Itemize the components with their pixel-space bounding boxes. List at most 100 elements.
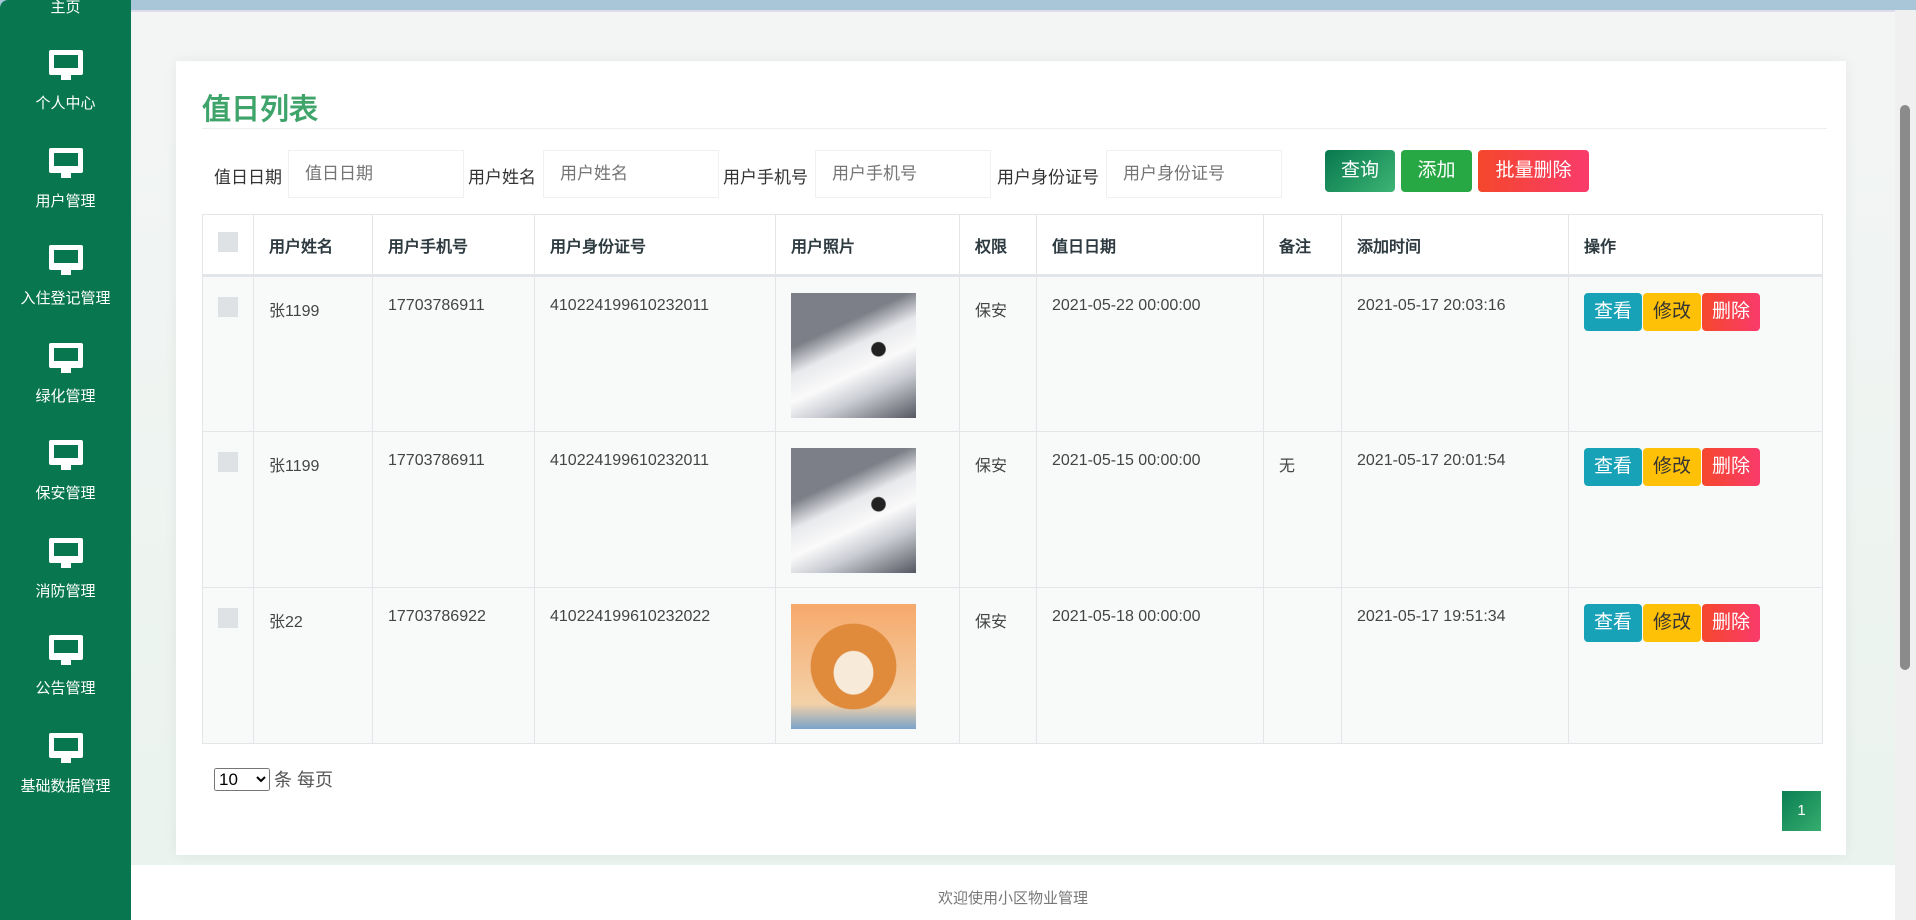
- delete-button[interactable]: 删除: [1702, 604, 1761, 642]
- view-button[interactable]: 查看: [1584, 448, 1643, 486]
- col-header: 用户照片: [775, 214, 960, 277]
- row-checkbox[interactable]: [218, 608, 238, 628]
- sidebar-item-checkin[interactable]: 入住登记管理: [0, 245, 131, 308]
- row-checkbox[interactable]: [218, 452, 238, 472]
- date-input[interactable]: [288, 150, 464, 198]
- sidebar-item-label: 消防管理: [35, 582, 96, 600]
- col-header: 用户身份证号: [534, 214, 776, 277]
- table-row: 张22 17703786922 410224199610232022 保安 2021-0…: [202, 587, 1823, 744]
- cell-phone: 17703786911: [372, 275, 535, 432]
- cell-actions: 查看 修改 删除: [1568, 431, 1823, 588]
- col-header: 备注: [1263, 214, 1342, 277]
- table-row: 张1199 17703786911 410224199610232011 保安 2021…: [202, 275, 1823, 432]
- user-photo: [791, 293, 916, 418]
- select-cell: [202, 587, 254, 744]
- cell-date: 2021-05-18 00:00:00: [1036, 587, 1264, 744]
- col-header: 添加时间: [1341, 214, 1569, 277]
- cell-date: 2021-05-15 00:00:00: [1036, 431, 1264, 588]
- page-button-1[interactable]: 1: [1782, 791, 1821, 831]
- scrollbar[interactable]: [1895, 10, 1916, 920]
- select-cell: [202, 431, 254, 588]
- divider: [202, 128, 1827, 129]
- table-row: 张1199 17703786911 410224199610232011 保安 2021…: [202, 431, 1823, 588]
- cell-idcard: 410224199610232022: [534, 587, 776, 744]
- table-header-row: 用户姓名 用户手机号 用户身份证号 用户照片 权限 值日日期 备注 添加时间 操…: [202, 214, 1823, 277]
- sidebar-item-notice[interactable]: 公告管理: [0, 635, 131, 698]
- phone-input[interactable]: [815, 150, 991, 198]
- filter-label-idcard: 用户身份证号: [997, 168, 1099, 187]
- monitor-icon: [48, 537, 83, 570]
- select-all-checkbox[interactable]: [218, 232, 238, 252]
- monitor-icon: [48, 342, 83, 375]
- page-title: 值日列表: [202, 94, 319, 126]
- cell-name: 张1199: [253, 431, 373, 588]
- monitor-icon: [48, 732, 83, 765]
- per-page-control: 10 条 每页: [214, 766, 333, 792]
- col-header: 用户手机号: [372, 214, 535, 277]
- add-button[interactable]: 添加: [1401, 150, 1472, 192]
- cell-note: 无: [1263, 431, 1342, 588]
- user-photo: [791, 448, 916, 573]
- sidebar-item-home[interactable]: 主页: [0, 0, 131, 17]
- cell-date: 2021-05-22 00:00:00: [1036, 275, 1264, 432]
- view-button[interactable]: 查看: [1584, 293, 1643, 331]
- col-header: 权限: [959, 214, 1037, 277]
- delete-button[interactable]: 删除: [1702, 293, 1761, 331]
- cell-idcard: 410224199610232011: [534, 275, 776, 432]
- sidebar-item-profile[interactable]: 个人中心: [0, 50, 131, 113]
- sidebar-item-basedata[interactable]: 基础数据管理: [0, 732, 131, 796]
- browser-top-bar: [0, 0, 1916, 10]
- cell-phone: 17703786922: [372, 587, 535, 744]
- cell-photo: [775, 275, 960, 432]
- monitor-icon: [48, 50, 83, 82]
- sidebar-item-fire[interactable]: 消防管理: [0, 537, 131, 601]
- cell-role: 保安: [959, 431, 1037, 588]
- edit-button[interactable]: 修改: [1643, 604, 1702, 642]
- query-button[interactable]: 查询: [1325, 150, 1395, 192]
- monitor-icon: [48, 245, 83, 277]
- cell-note: [1263, 587, 1342, 744]
- cell-phone: 17703786911: [372, 431, 535, 588]
- footer-text: 欢迎使用小区物业管理: [937, 890, 1088, 907]
- select-cell: [202, 275, 254, 432]
- sidebar-item-label: 个人中心: [35, 95, 96, 112]
- per-page-label: 条 每页: [274, 770, 334, 790]
- edit-button[interactable]: 修改: [1643, 448, 1702, 486]
- edit-button[interactable]: 修改: [1643, 293, 1702, 331]
- cell-role: 保安: [959, 275, 1037, 432]
- filter-label-date: 值日日期: [214, 168, 282, 187]
- sidebar: 主页 个人中心用户管理入住登记管理 绿化管理保安管理消防管理公告管理基础数据管理: [0, 0, 131, 920]
- batch-delete-button[interactable]: 批量删除: [1478, 150, 1589, 192]
- col-header: 操作: [1568, 214, 1823, 277]
- cell-actions: 查看 修改 删除: [1568, 587, 1823, 744]
- cell-photo: [775, 587, 960, 744]
- sidebar-item-label: 公告管理: [35, 680, 96, 697]
- cell-added: 2021-05-17 19:51:34: [1341, 587, 1569, 744]
- sidebar-item-label: 主页: [50, 0, 81, 16]
- sidebar-item-label: 基础数据管理: [20, 777, 111, 795]
- sidebar-item-users[interactable]: 用户管理: [0, 147, 131, 211]
- cell-added: 2021-05-17 20:03:16: [1341, 275, 1569, 432]
- cell-note: [1263, 275, 1342, 432]
- sidebar-item-security[interactable]: 保安管理: [0, 440, 131, 503]
- row-checkbox[interactable]: [218, 297, 238, 317]
- sidebar-item-label: 入住登记管理: [20, 290, 111, 307]
- view-button[interactable]: 查看: [1584, 604, 1643, 642]
- filter-label-phone: 用户手机号: [723, 168, 808, 187]
- delete-button[interactable]: 删除: [1702, 448, 1761, 486]
- cell-actions: 查看 修改 删除: [1568, 275, 1823, 432]
- duty-table: 用户姓名 用户手机号 用户身份证号 用户照片 权限 值日日期 备注 添加时间 操…: [202, 214, 1823, 744]
- idcard-input[interactable]: [1106, 150, 1282, 198]
- per-page-select[interactable]: 10: [214, 767, 270, 791]
- sidebar-item-greening[interactable]: 绿化管理: [0, 342, 131, 406]
- col-header: 用户姓名: [253, 214, 373, 277]
- scrollbar-thumb[interactable]: [1900, 105, 1910, 670]
- monitor-icon: [48, 635, 83, 667]
- cell-idcard: 410224199610232011: [534, 431, 776, 588]
- cell-name: 张22: [253, 587, 373, 744]
- sidebar-item-label: 保安管理: [35, 485, 96, 502]
- filter-label-name: 用户姓名: [468, 168, 536, 187]
- sidebar-item-label: 绿化管理: [35, 387, 96, 405]
- cell-role: 保安: [959, 587, 1037, 744]
- name-input[interactable]: [543, 150, 719, 198]
